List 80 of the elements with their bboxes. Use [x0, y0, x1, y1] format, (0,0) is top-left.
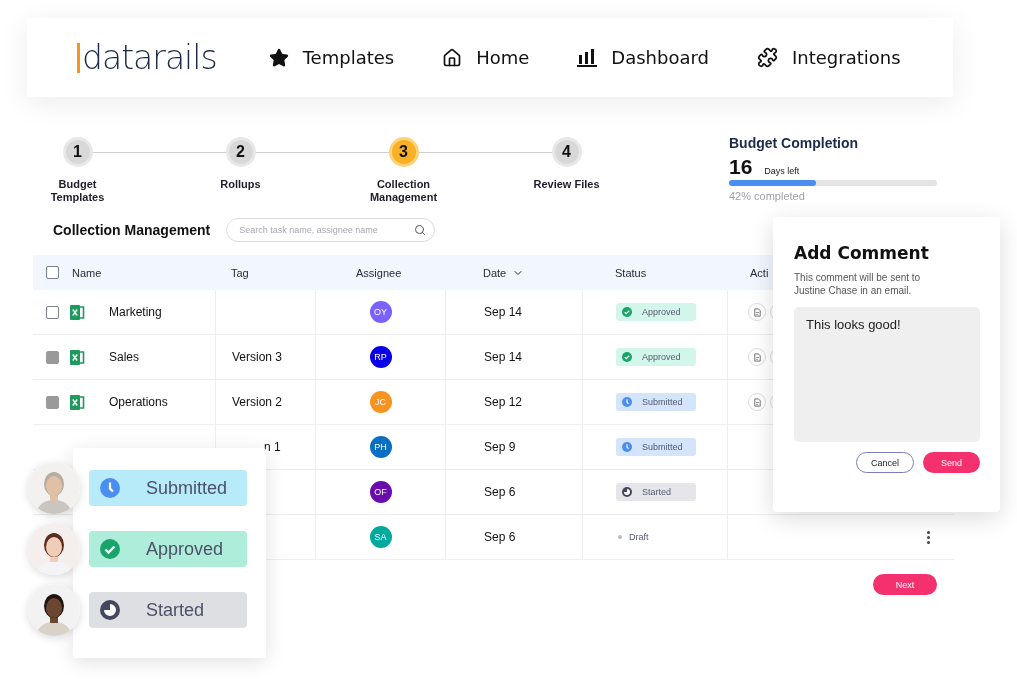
tag-text: Version 2 — [232, 395, 283, 409]
nav-link[interactable]: Integrations — [757, 47, 901, 68]
document-icon — [752, 397, 762, 407]
assignee-avatar: RP — [369, 346, 392, 368]
step-label: Budget Templates — [49, 178, 106, 204]
search-icon — [414, 224, 427, 236]
step-number[interactable]: 2 — [225, 137, 256, 167]
row-checkbox[interactable] — [46, 305, 59, 319]
status-badge: Approved — [616, 348, 696, 366]
status-badge: Approved — [616, 303, 696, 321]
clock-icon — [622, 442, 632, 452]
file-name: Sales — [109, 350, 140, 364]
next-button[interactable]: Next — [873, 574, 937, 595]
spreadsheet-icon — [69, 348, 85, 366]
nav-link[interactable]: Templates — [268, 47, 395, 68]
more-icon[interactable] — [927, 530, 930, 544]
column-header: Assignee — [355, 266, 402, 279]
date-text: Sep 6 — [484, 530, 516, 544]
column-header: Status — [614, 266, 647, 279]
tag-text: n 1 — [264, 440, 281, 454]
send-button[interactable]: Send — [923, 452, 980, 473]
status-badge: Started — [616, 483, 696, 501]
days-label: Days left — [764, 166, 800, 176]
spreadsheet-icon — [69, 393, 85, 411]
document-icon — [752, 307, 762, 317]
file-name: Marketing — [109, 305, 162, 319]
puzzle-icon — [757, 47, 778, 68]
date-text: Sep 6 — [484, 485, 516, 499]
select-all-checkbox[interactable] — [46, 266, 59, 279]
date-text: Sep 12 — [484, 395, 523, 409]
assignee-avatar: SA — [369, 526, 392, 548]
cancel-button[interactable]: Cancel — [856, 452, 914, 473]
check-icon — [622, 352, 632, 362]
progress-icon — [622, 487, 632, 497]
clock-icon — [100, 478, 120, 498]
dialog-title: Add Comment — [794, 243, 930, 263]
progress-icon — [100, 600, 120, 620]
date-text: Sep 14 — [484, 305, 523, 319]
dialog-text: This comment will be sent to Justine Chase in an email. — [794, 271, 922, 297]
status-badge: Submitted — [616, 438, 696, 456]
search-input[interactable]: Search task name, assignee name — [237, 224, 409, 236]
table-title: Collection Management — [53, 222, 211, 238]
step-number[interactable]: 4 — [551, 137, 582, 167]
column-header[interactable]: Date — [445, 266, 525, 279]
assignee-avatar: OF — [369, 481, 392, 503]
clock-icon — [622, 397, 632, 407]
status-badge: Started — [89, 592, 247, 628]
date-text: Sep 9 — [484, 440, 516, 454]
step-label: Rollups — [220, 178, 261, 191]
check-icon — [622, 307, 632, 317]
status-label: Draft — [616, 532, 649, 542]
status-badge: Approved — [89, 531, 247, 567]
assignee-avatar: OY — [369, 301, 392, 323]
step-number[interactable]: 3 — [388, 137, 419, 167]
assignee-avatar: JC — [369, 391, 392, 413]
column-header: Name — [72, 266, 102, 279]
status-badge: Submitted — [89, 470, 247, 506]
column-header: Acti — [749, 266, 769, 279]
step-number[interactable]: 1 — [62, 137, 93, 167]
file-name: Operations — [109, 395, 168, 409]
step-label: Collection Management — [368, 178, 439, 204]
progress-label: 42% completed — [729, 190, 806, 202]
star-icon — [268, 47, 289, 68]
logo: datarails — [77, 42, 217, 73]
comment-field[interactable]: This looks good! — [794, 307, 980, 442]
document-icon — [752, 352, 762, 362]
nav-link[interactable]: Dashboard — [577, 47, 709, 68]
status-badge: Submitted — [616, 393, 696, 411]
home-icon — [442, 47, 463, 68]
bar-chart-icon — [577, 48, 598, 67]
nav-link[interactable]: Home — [442, 47, 530, 68]
date-text: Sep 14 — [484, 350, 523, 364]
spreadsheet-icon — [69, 303, 85, 321]
assignee-avatar: PH — [369, 436, 392, 458]
check-icon — [100, 539, 120, 559]
column-header: Tag — [230, 266, 249, 279]
tag-text: Version 3 — [232, 350, 283, 364]
budget-title: Budget Completion — [729, 135, 860, 151]
step-label: Review Files — [533, 178, 600, 191]
days-count: 16 — [729, 155, 753, 179]
